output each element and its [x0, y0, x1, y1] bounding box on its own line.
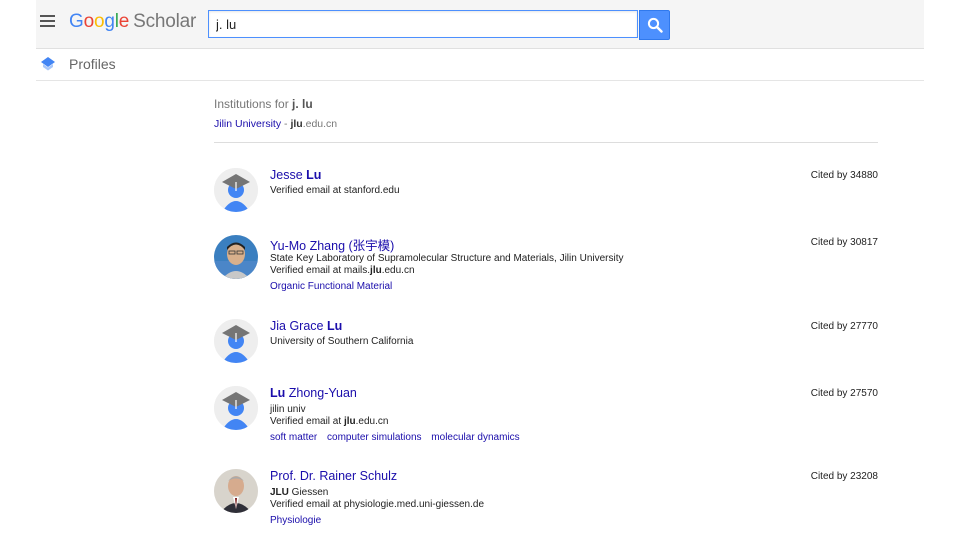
- search-input[interactable]: [208, 10, 638, 38]
- logo-scholar-text: Scholar: [133, 11, 197, 32]
- cited-by-count[interactable]: Cited by 30817: [811, 237, 878, 248]
- institutions-query: j. lu: [292, 97, 313, 111]
- profiles-bar: Profiles: [36, 49, 924, 81]
- affiliation: JLU Giessen: [270, 487, 329, 498]
- verified-email: Verified email at physiologie.med.uni-gi…: [270, 499, 485, 510]
- default-avatar-icon[interactable]: [214, 319, 258, 363]
- verified-email: Verified email at mails.jlu.edu.cn: [270, 265, 415, 276]
- search-button[interactable]: [639, 10, 670, 40]
- affiliation: State Key Laboratory of Supramolecular S…: [270, 253, 624, 264]
- top-header: Google Scholar: [36, 0, 924, 49]
- hamburger-menu-icon[interactable]: [40, 15, 55, 28]
- interest-tags: Physiologie: [270, 515, 328, 526]
- affiliation: University of Southern California: [270, 336, 414, 347]
- author-name-link[interactable]: Prof. Dr. Rainer Schulz: [270, 469, 397, 483]
- interest-tag-link[interactable]: soft matter: [270, 432, 317, 443]
- interest-tag-link[interactable]: molecular dynamics: [431, 432, 519, 443]
- author-name-link[interactable]: Jesse Lu: [270, 168, 321, 182]
- cited-by-count[interactable]: Cited by 23208: [811, 471, 878, 482]
- author-photo[interactable]: [214, 235, 258, 279]
- affiliation: jilin univ: [270, 404, 306, 415]
- interest-tag-link[interactable]: Organic Functional Material: [270, 281, 392, 292]
- interest-tag-link[interactable]: computer simulations: [327, 432, 421, 443]
- interest-tag-link[interactable]: Physiologie: [270, 515, 321, 526]
- profiles-label: Profiles: [69, 56, 116, 72]
- institution-item: Jilin University - jlu.edu.cn: [214, 118, 338, 130]
- cited-by-count[interactable]: Cited by 27570: [811, 388, 878, 399]
- author-name-link[interactable]: Jia Grace Lu: [270, 319, 342, 333]
- institutions-heading: Institutions for j. lu: [214, 97, 313, 111]
- cited-by-count[interactable]: Cited by 27770: [811, 321, 878, 332]
- profiles-icon: [41, 57, 55, 71]
- author-name-link[interactable]: Lu Zhong-Yuan: [270, 386, 357, 400]
- search-icon: [647, 17, 663, 33]
- author-name-link[interactable]: Yu-Mo Zhang (张宇模): [270, 235, 394, 254]
- verified-email: Verified email at jlu.edu.cn: [270, 416, 389, 427]
- default-avatar-icon[interactable]: [214, 168, 258, 212]
- google-scholar-logo[interactable]: Google Scholar: [69, 11, 196, 33]
- institution-link[interactable]: Jilin University: [214, 118, 281, 130]
- author-photo[interactable]: [214, 469, 258, 513]
- verified-email: Verified email at stanford.edu: [270, 185, 400, 196]
- interest-tags: Organic Functional Material: [270, 281, 399, 292]
- divider: [214, 142, 878, 143]
- default-avatar-icon[interactable]: [214, 386, 258, 430]
- cited-by-count[interactable]: Cited by 34880: [811, 170, 878, 181]
- interest-tags: soft matter computer simulations molecul…: [270, 432, 527, 443]
